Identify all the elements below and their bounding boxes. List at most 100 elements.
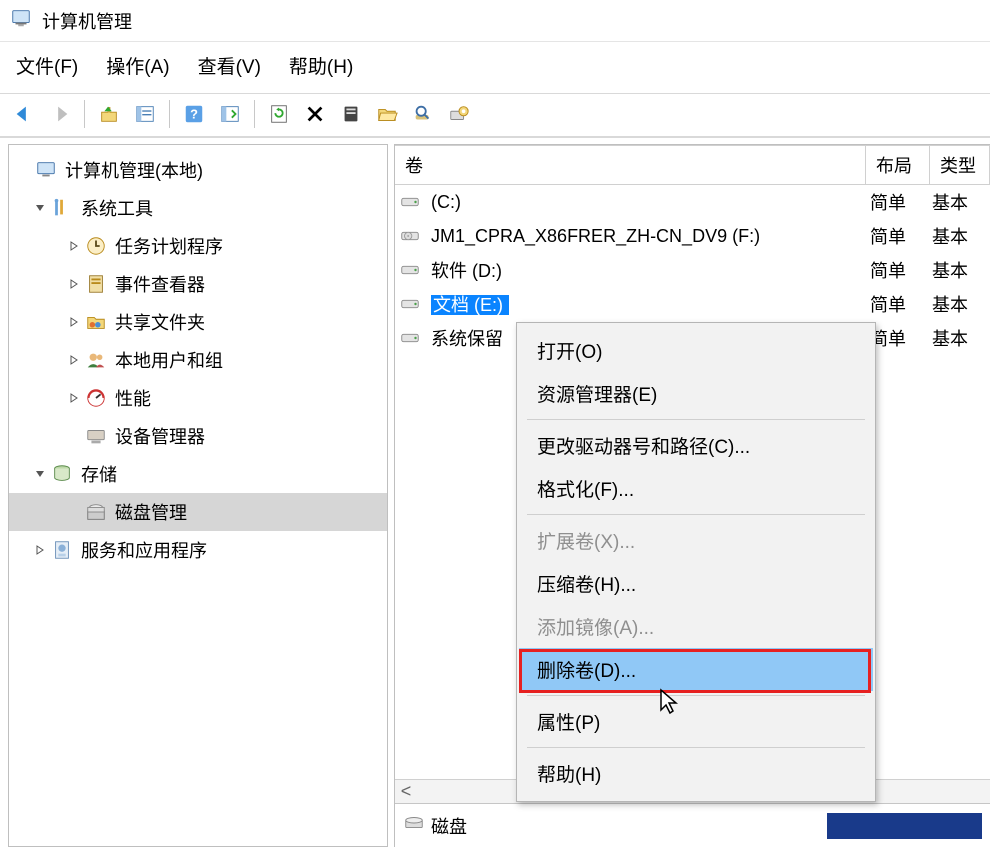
tree-root[interactable]: 计算机管理(本地) bbox=[9, 151, 387, 189]
collapse-icon[interactable] bbox=[31, 199, 49, 217]
computer-icon bbox=[35, 159, 59, 181]
tree-label: 任务计划程序 bbox=[115, 233, 223, 259]
device-manager-icon bbox=[85, 425, 109, 447]
tree-event-viewer[interactable]: 事件查看器 bbox=[9, 265, 387, 303]
disk-partition-selected[interactable] bbox=[827, 813, 982, 839]
navigation-tree[interactable]: 计算机管理(本地) 系统工具 任务计划程序 事 bbox=[8, 144, 388, 847]
users-icon bbox=[85, 349, 109, 371]
expand-icon[interactable] bbox=[65, 351, 83, 369]
tree-services-apps[interactable]: 服务和应用程序 bbox=[9, 531, 387, 569]
notebook-icon[interactable] bbox=[335, 98, 367, 130]
volume-row-selected[interactable]: 文档 (E:) 简单 基本 bbox=[395, 287, 990, 321]
services-icon bbox=[51, 539, 75, 561]
tree-performance[interactable]: 性能 bbox=[9, 379, 387, 417]
ctx-shrink[interactable]: 压缩卷(H)... bbox=[519, 562, 873, 605]
ctx-change-letter[interactable]: 更改驱动器号和路径(C)... bbox=[519, 424, 873, 467]
delete-button[interactable] bbox=[299, 98, 331, 130]
volume-name: JM1_CPRA_X86FRER_ZH-CN_DV9 (F:) bbox=[429, 226, 862, 247]
ctx-help[interactable]: 帮助(H) bbox=[519, 752, 873, 795]
drive-icon bbox=[399, 327, 425, 349]
tree-label: 事件查看器 bbox=[115, 271, 205, 297]
menu-file[interactable]: 文件(F) bbox=[16, 52, 78, 79]
tree-system-tools[interactable]: 系统工具 bbox=[9, 189, 387, 227]
menu-action[interactable]: 操作(A) bbox=[106, 52, 169, 79]
column-type[interactable]: 类型 bbox=[930, 145, 990, 184]
column-layout[interactable]: 布局 bbox=[866, 145, 930, 184]
tree-label: 本地用户和组 bbox=[115, 347, 223, 373]
ctx-separator bbox=[527, 419, 865, 420]
disk-graphic-strip[interactable]: 磁盘 bbox=[395, 803, 990, 847]
context-menu: 打开(O) 资源管理器(E) 更改驱动器号和路径(C)... 格式化(F)...… bbox=[516, 322, 876, 802]
tree-device-manager[interactable]: 设备管理器 bbox=[9, 417, 387, 455]
ctx-explorer[interactable]: 资源管理器(E) bbox=[519, 372, 873, 415]
column-header-row: 卷 布局 类型 bbox=[395, 145, 990, 185]
ctx-delete-volume[interactable]: 删除卷(D)... bbox=[519, 648, 873, 691]
disk-icon bbox=[403, 812, 425, 839]
volume-type: 基本 bbox=[926, 223, 986, 249]
tree-label: 性能 bbox=[115, 385, 151, 411]
toolbar-separator bbox=[254, 100, 255, 128]
volume-type: 基本 bbox=[926, 257, 986, 283]
volume-type: 基本 bbox=[926, 291, 986, 317]
ctx-format[interactable]: 格式化(F)... bbox=[519, 467, 873, 510]
refresh-button[interactable] bbox=[263, 98, 295, 130]
back-button[interactable] bbox=[8, 98, 40, 130]
cursor-icon bbox=[658, 688, 680, 721]
help-button[interactable]: ? bbox=[178, 98, 210, 130]
properties-button[interactable] bbox=[214, 98, 246, 130]
volume-layout: 简单 bbox=[862, 291, 926, 317]
collapse-icon[interactable] bbox=[31, 465, 49, 483]
expand-icon[interactable] bbox=[31, 541, 49, 559]
tree-label: 磁盘管理 bbox=[115, 499, 187, 525]
expand-icon[interactable] bbox=[65, 275, 83, 293]
forward-button[interactable] bbox=[44, 98, 76, 130]
expand-icon[interactable] bbox=[65, 389, 83, 407]
volume-row[interactable]: (C:) 简单 基本 bbox=[395, 185, 990, 219]
volume-name: 软件 (D:) bbox=[429, 257, 862, 283]
tree-storage[interactable]: 存储 bbox=[9, 455, 387, 493]
volume-row[interactable]: JM1_CPRA_X86FRER_ZH-CN_DV9 (F:) 简单 基本 bbox=[395, 219, 990, 253]
tree-label: 设备管理器 bbox=[115, 423, 205, 449]
up-button[interactable] bbox=[93, 98, 125, 130]
open-folder-icon[interactable] bbox=[371, 98, 403, 130]
ctx-open[interactable]: 打开(O) bbox=[519, 329, 873, 372]
ctx-separator bbox=[527, 747, 865, 748]
event-viewer-icon bbox=[85, 273, 109, 295]
tree-label: 服务和应用程序 bbox=[81, 537, 207, 563]
volume-name: (C:) bbox=[429, 192, 862, 213]
tree-local-users[interactable]: 本地用户和组 bbox=[9, 341, 387, 379]
window-title: 计算机管理 bbox=[42, 8, 132, 34]
ctx-mirror: 添加镜像(A)... bbox=[519, 605, 873, 648]
menu-help[interactable]: 帮助(H) bbox=[289, 52, 353, 79]
shared-folder-icon bbox=[85, 311, 109, 333]
volume-layout: 简单 bbox=[862, 223, 926, 249]
toolbar-separator bbox=[84, 100, 85, 128]
search-icon[interactable] bbox=[407, 98, 439, 130]
tree-label: 系统工具 bbox=[81, 195, 153, 221]
menu-bar: 文件(F) 操作(A) 查看(V) 帮助(H) bbox=[0, 42, 990, 93]
menu-view[interactable]: 查看(V) bbox=[198, 52, 261, 79]
performance-icon bbox=[85, 387, 109, 409]
scroll-left-icon[interactable]: < bbox=[395, 781, 417, 802]
tree-task-scheduler[interactable]: 任务计划程序 bbox=[9, 227, 387, 265]
settings-icon[interactable] bbox=[443, 98, 475, 130]
tree-disk-management[interactable]: 磁盘管理 bbox=[9, 493, 387, 531]
volume-row[interactable]: 软件 (D:) 简单 基本 bbox=[395, 253, 990, 287]
storage-icon bbox=[51, 463, 75, 485]
volume-type: 基本 bbox=[926, 325, 986, 351]
clock-icon bbox=[85, 235, 109, 257]
expand-icon[interactable] bbox=[65, 313, 83, 331]
tree-label: 计算机管理(本地) bbox=[65, 157, 203, 183]
show-console-button[interactable] bbox=[129, 98, 161, 130]
app-icon bbox=[10, 7, 32, 34]
disc-icon bbox=[399, 225, 425, 247]
expand-icon[interactable] bbox=[65, 237, 83, 255]
column-volume[interactable]: 卷 bbox=[395, 145, 866, 184]
svg-text:?: ? bbox=[190, 107, 198, 122]
ctx-properties[interactable]: 属性(P) bbox=[519, 700, 873, 743]
ctx-separator bbox=[527, 695, 865, 696]
ctx-extend: 扩展卷(X)... bbox=[519, 519, 873, 562]
tree-shared-folders[interactable]: 共享文件夹 bbox=[9, 303, 387, 341]
ctx-separator bbox=[527, 514, 865, 515]
drive-icon bbox=[399, 293, 425, 315]
